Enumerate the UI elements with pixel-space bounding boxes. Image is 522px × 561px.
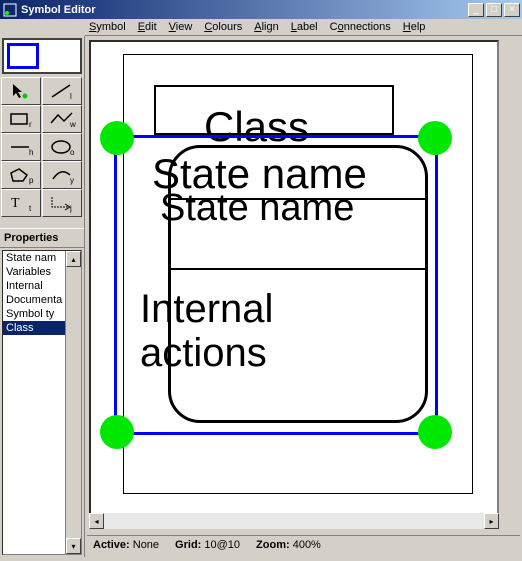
menu-edit[interactable]: Edit <box>138 21 157 33</box>
scroll-right-button[interactable]: ▸ <box>484 513 499 529</box>
svg-text:y: y <box>70 176 74 185</box>
tool-rect[interactable]: r <box>1 105 41 133</box>
statusbar: Active: None Grid: 10@10 Zoom: 400% <box>87 535 520 555</box>
status-zoom: Zoom: 400% <box>256 539 321 552</box>
resize-handle-top-right[interactable] <box>418 121 452 155</box>
status-grid: Grid: 10@10 <box>175 539 240 552</box>
properties-header: Properties <box>0 228 84 248</box>
svg-text:w: w <box>69 120 76 129</box>
window-title: Symbol Editor <box>21 4 466 16</box>
selection-bounds[interactable] <box>114 135 438 435</box>
svg-text:l: l <box>70 92 72 101</box>
resize-handle-bottom-right[interactable] <box>418 415 452 449</box>
tool-pointer[interactable] <box>1 77 41 105</box>
minimize-button[interactable]: _ <box>468 3 484 17</box>
menu-view[interactable]: View <box>169 21 193 33</box>
menu-label[interactable]: Label <box>291 21 318 33</box>
svg-text:r: r <box>29 120 32 129</box>
tool-arc[interactable]: y <box>42 161 82 189</box>
tool-ellipse[interactable]: o <box>42 133 82 161</box>
svg-text:p: p <box>29 176 34 185</box>
main-area: l r w h o p y Tt j Properties State nam … <box>0 36 522 557</box>
menubar: Symbol Edit View Colours Align Label Con… <box>85 19 522 36</box>
titlebar: Symbol Editor _ □ × <box>0 0 522 19</box>
tool-preview <box>2 38 82 74</box>
scroll-track[interactable] <box>104 513 484 529</box>
status-active: Active: None <box>93 539 159 552</box>
svg-text:t: t <box>29 204 32 213</box>
canvas[interactable]: Class State name State name Internalacti… <box>89 40 499 518</box>
resize-handle-bottom-left[interactable] <box>100 415 134 449</box>
tool-hline[interactable]: h <box>1 133 41 161</box>
menu-align[interactable]: Align <box>254 21 278 33</box>
canvas-page[interactable]: Class State name State name Internalacti… <box>123 54 473 494</box>
preview-shape <box>7 43 39 69</box>
menu-colours[interactable]: Colours <box>204 21 242 33</box>
menu-help[interactable]: Help <box>403 21 426 33</box>
svg-text:o: o <box>70 148 75 157</box>
tool-polygon[interactable]: p <box>1 161 41 189</box>
menu-symbol[interactable]: Symbol <box>89 21 126 33</box>
app-icon <box>2 2 18 18</box>
tool-text[interactable]: Tt <box>1 189 41 217</box>
horizontal-scrollbar[interactable]: ◂ ▸ <box>89 513 499 529</box>
maximize-button[interactable]: □ <box>486 3 502 17</box>
tool-palette: l r w h o p y Tt j <box>0 76 84 218</box>
resize-handle-top-left[interactable] <box>100 121 134 155</box>
svg-text:j: j <box>69 204 72 213</box>
tool-connector[interactable]: j <box>42 189 82 217</box>
properties-list[interactable]: State nam Variables Internal Documenta S… <box>2 250 82 555</box>
scroll-up-button[interactable]: ▴ <box>66 251 81 267</box>
scroll-left-button[interactable]: ◂ <box>89 513 104 529</box>
close-button[interactable]: × <box>504 3 520 17</box>
canvas-area: Class State name State name Internalacti… <box>85 36 522 557</box>
left-panel: l r w h o p y Tt j Properties State nam … <box>0 36 85 557</box>
menu-connections[interactable]: Connections <box>330 21 391 33</box>
svg-text:h: h <box>29 148 33 157</box>
scroll-down-button[interactable]: ▾ <box>66 538 81 554</box>
tool-line[interactable]: l <box>42 77 82 105</box>
svg-text:T: T <box>11 196 20 211</box>
tool-polyline[interactable]: w <box>42 105 82 133</box>
properties-scrollbar[interactable]: ▴ ▾ <box>65 251 81 554</box>
